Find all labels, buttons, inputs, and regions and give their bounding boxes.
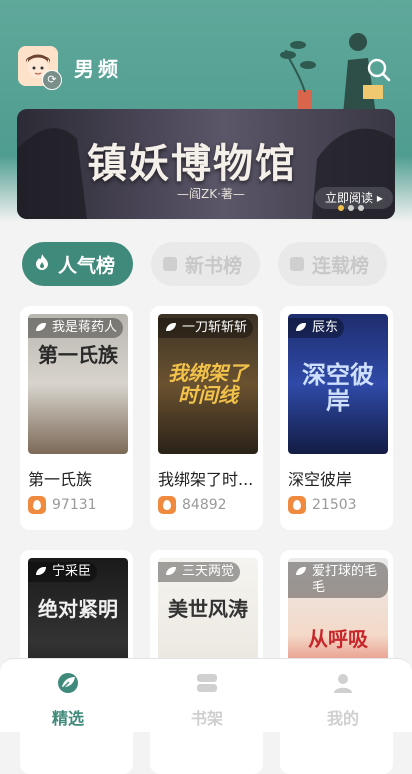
- nav-label: 精选: [51, 709, 84, 728]
- bottom-navigation: 精选 书架 我的: [0, 658, 412, 732]
- book-title: 深空彼岸: [288, 470, 353, 489]
- popularity-count: 84892: [182, 497, 227, 513]
- promo-banner[interactable]: 镇妖博物馆 —阎ZK·著— 立即阅读 ▸: [17, 109, 395, 219]
- ranking-tabs: 人气榜 新书榜 连载榜: [22, 242, 388, 286]
- flame-icon: [34, 253, 50, 276]
- book-card[interactable]: 深空彼岸 辰东 深空彼岸 21503: [280, 306, 393, 530]
- popularity: 84892: [158, 496, 227, 514]
- cover-title: 从呼吸: [308, 627, 368, 651]
- cover-author: 一刀斩斩斩: [158, 318, 254, 338]
- book-cover: 深空彼岸 辰东: [288, 314, 388, 454]
- cover-title: 美世风涛: [168, 597, 248, 621]
- cover-author: 辰东: [288, 318, 345, 338]
- bookshelf-icon: [197, 674, 217, 692]
- switch-icon[interactable]: ⟳: [42, 70, 62, 90]
- tab-new[interactable]: 新书榜: [151, 242, 261, 286]
- nav-bookshelf[interactable]: 书架: [162, 671, 252, 729]
- read-now-label: 立即阅读: [325, 191, 374, 205]
- nav-featured[interactable]: 精选: [23, 671, 113, 729]
- cover-title: 深空彼岸: [302, 361, 374, 415]
- book-icon: [163, 257, 178, 271]
- tab-serial[interactable]: 连载榜: [278, 242, 388, 286]
- cover-author: 爱打球的毛毛: [288, 562, 388, 598]
- cover-author: 我是蒋药人: [28, 318, 124, 338]
- nav-label: 我的: [326, 709, 359, 728]
- popularity-count: 97131: [52, 497, 97, 513]
- channel-label[interactable]: 男频: [74, 53, 122, 82]
- carousel-dot: [338, 205, 344, 211]
- cover-title: 第一氏族: [38, 343, 118, 367]
- fire-icon: [288, 496, 306, 514]
- fire-icon: [28, 496, 46, 514]
- tab-label: 新书榜: [185, 254, 243, 277]
- popularity: 21503: [288, 496, 357, 514]
- chat-icon: [290, 257, 305, 271]
- book-card[interactable]: 第一氏族 我是蒋药人 第一氏族 97131: [20, 306, 133, 530]
- book-cover: 第一氏族 我是蒋药人: [28, 314, 128, 454]
- avatar[interactable]: ⟳: [18, 46, 62, 90]
- cover-author: 三天两觉: [158, 562, 241, 582]
- carousel-dot: [358, 205, 364, 211]
- cover-title: 我绑架了时间线: [168, 361, 248, 407]
- carousel-dot: [348, 205, 354, 211]
- nav-label: 书架: [190, 709, 223, 728]
- nav-profile[interactable]: 我的: [298, 671, 388, 729]
- popularity-count: 21503: [312, 497, 357, 513]
- book-cover: 我绑架了时间线 一刀斩斩斩: [158, 314, 258, 454]
- leaf-icon: [58, 673, 78, 693]
- banner-author: —阎ZK·著—: [177, 187, 245, 201]
- book-title: 第一氏族: [28, 470, 93, 489]
- tab-label: 连载榜: [312, 254, 370, 277]
- carousel-indicator: [338, 205, 364, 211]
- popularity: 97131: [28, 496, 97, 514]
- book-card[interactable]: 我绑架了时间线 一刀斩斩斩 我绑架了时... 84892: [150, 306, 263, 530]
- profile-icon: [334, 674, 352, 693]
- book-title: 我绑架了时...: [158, 470, 254, 489]
- tab-popular[interactable]: 人气榜: [22, 242, 134, 286]
- banner-title: 镇妖博物馆: [87, 140, 297, 187]
- cover-title: 绝对紧明: [38, 597, 118, 621]
- cover-author: 宁采臣: [28, 562, 98, 582]
- tab-label: 人气榜: [58, 254, 116, 277]
- fire-icon: [158, 496, 176, 514]
- search-icon[interactable]: [366, 57, 392, 83]
